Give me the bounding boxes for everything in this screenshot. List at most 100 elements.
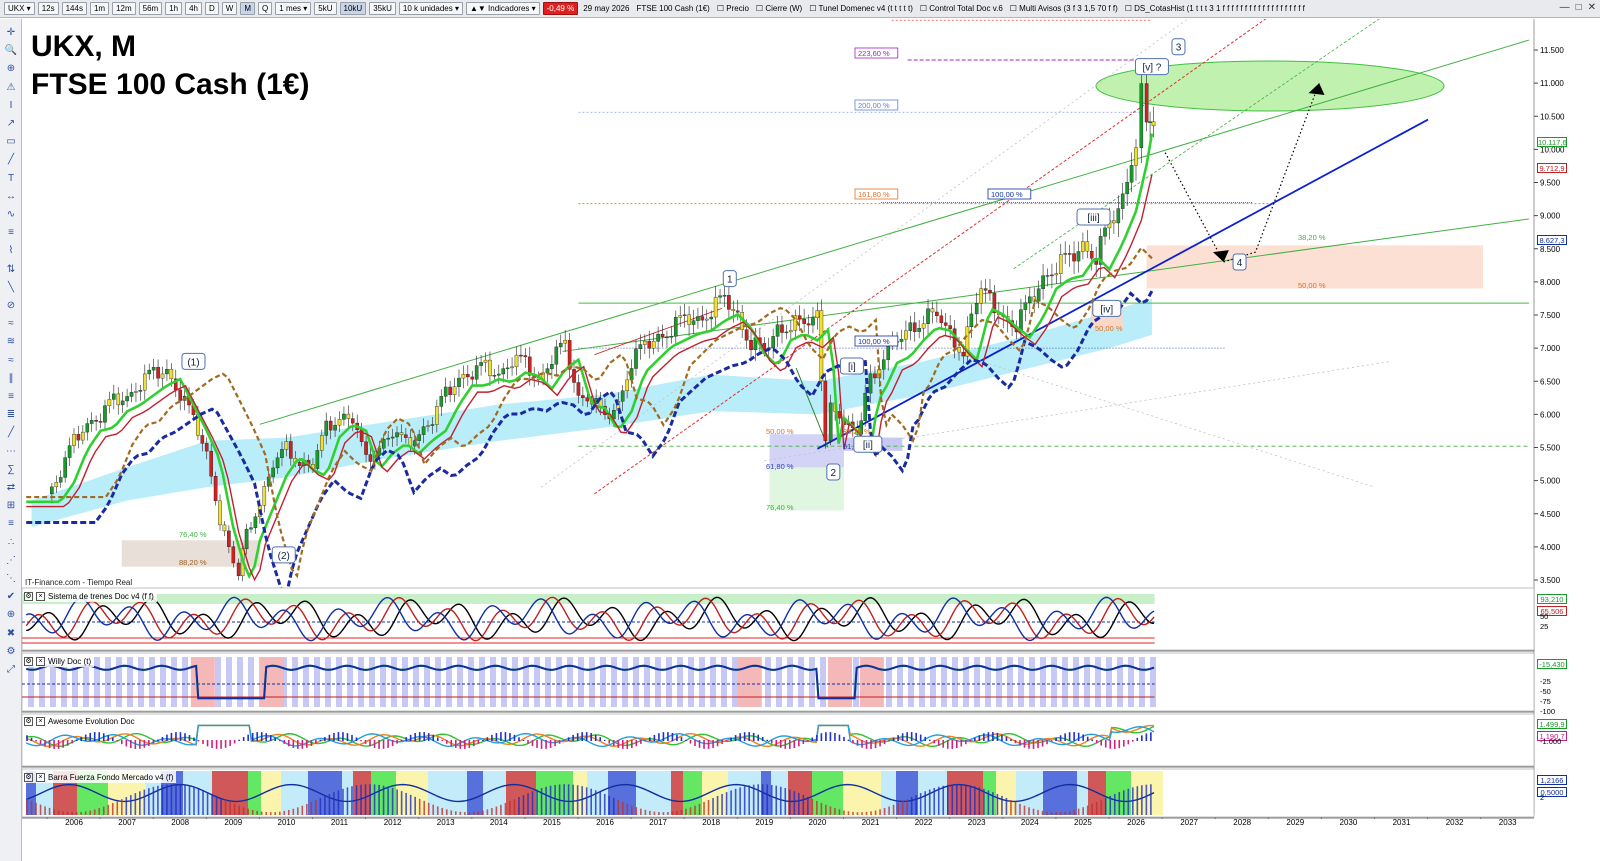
awesome-hist-bar: [202, 740, 204, 745]
awesome-hist-bar: [712, 740, 714, 749]
tool-icon-7[interactable]: ╱: [4, 154, 18, 166]
tool-icon-4[interactable]: I: [4, 100, 18, 112]
overlay-0[interactable]: ☐ Precio: [715, 4, 751, 13]
symbol-select[interactable]: UKX ▾: [4, 2, 35, 15]
awesome-hist-bar: [1145, 733, 1148, 741]
overlay-3[interactable]: ☐ Control Total Doc v.6: [918, 4, 1005, 13]
tool-icon-0[interactable]: ✛: [4, 27, 18, 39]
tool-icon-35[interactable]: ⤢: [4, 664, 18, 676]
awesome-hist-bar: [418, 732, 421, 741]
indicators-button[interactable]: ▲▼ Indicadores ▾: [465, 2, 540, 15]
force-hist-bar: [351, 786, 353, 815]
overlay-5[interactable]: ☐ DS_CotasHist (1 t t t 3 1 f f f f f f …: [1123, 4, 1307, 13]
tool-icon-17[interactable]: ≋: [4, 336, 18, 348]
force-hist-bar: [928, 789, 931, 815]
tool-icon-3[interactable]: ⚠: [4, 82, 18, 94]
tool-icon-21[interactable]: ≣: [4, 409, 18, 421]
awesome-hist-bar: [865, 740, 868, 749]
interval-m[interactable]: M: [240, 2, 256, 15]
awesome-hist-bar: [265, 733, 268, 741]
units-select[interactable]: 10 k unidades ▾: [398, 2, 463, 15]
tool-icon-27[interactable]: ≡: [4, 518, 18, 530]
tool-icon-10[interactable]: ∿: [4, 209, 18, 221]
force-hist-bar: [423, 800, 425, 815]
overlay-2[interactable]: ☐ Tunel Domenec v4 (t t t t t): [807, 4, 915, 13]
candle-body: [917, 327, 921, 332]
interval-w[interactable]: W: [221, 2, 238, 15]
candle-body: [643, 340, 647, 345]
y-tick-label: 8.500: [1540, 245, 1561, 254]
tool-icon-2[interactable]: ⊕: [4, 63, 18, 75]
force-hist-bar: [612, 797, 615, 815]
tool-icon-18[interactable]: ≈: [4, 355, 18, 367]
tool-icon-16[interactable]: ≈: [4, 318, 18, 330]
range-select[interactable]: 1 mes ▾: [275, 2, 312, 15]
panel-settings-icon[interactable]: ⚙: [24, 656, 33, 666]
unit-5ku[interactable]: 5kU: [314, 2, 337, 15]
panel-close-icon[interactable]: ×: [36, 656, 45, 666]
tool-icon-1[interactable]: 🔍: [4, 45, 18, 57]
tool-icon-23[interactable]: ⋯: [4, 446, 18, 458]
close-icon[interactable]: ✕: [1588, 2, 1596, 13]
tool-icon-34[interactable]: ⚙: [4, 646, 18, 658]
tool-icon-8[interactable]: T: [4, 173, 18, 185]
interval-56m[interactable]: 56m: [138, 2, 163, 15]
panel-close-icon[interactable]: ×: [36, 591, 45, 601]
interval-1m[interactable]: 1m: [89, 2, 110, 15]
overlay-4[interactable]: ☐ Multi Avisos (3 f 3 1,5 70 f f): [1008, 4, 1120, 13]
fib-label-8: 61,80 %: [766, 462, 794, 471]
interval-4h[interactable]: 4h: [185, 2, 203, 15]
force-hist-bar: [834, 807, 836, 815]
panel-close-icon[interactable]: ×: [36, 716, 45, 726]
interval-144s[interactable]: 144s: [61, 2, 87, 15]
awesome-hist-bar: [748, 732, 750, 741]
tool-icon-30[interactable]: ⋱: [4, 573, 18, 585]
panel-settings-icon[interactable]: ⚙: [24, 772, 33, 782]
interval-12s[interactable]: 12s: [37, 2, 59, 15]
tool-icon-20[interactable]: ≡: [4, 391, 18, 403]
unit-35ku[interactable]: 35kU: [369, 2, 396, 15]
tool-icon-19[interactable]: ∥: [4, 373, 18, 385]
force-hist-bar: [84, 811, 87, 815]
tool-icon-9[interactable]: ↔: [4, 191, 18, 203]
tool-icon-13[interactable]: ⇅: [4, 264, 18, 276]
tool-icon-33[interactable]: ✖: [4, 628, 18, 640]
tool-icon-31[interactable]: ✔: [4, 591, 18, 603]
awesome-hist-bar: [608, 740, 611, 744]
panel-settings-icon[interactable]: ⚙: [24, 716, 33, 726]
panel-settings-icon[interactable]: ⚙: [24, 591, 33, 601]
maximize-icon[interactable]: □: [1576, 2, 1582, 13]
tool-icon-28[interactable]: ∴: [4, 537, 18, 549]
awesome-hist-bar: [698, 740, 701, 748]
tool-icon-26[interactable]: ⊞: [4, 500, 18, 512]
force-hist-bar: [861, 812, 863, 815]
awesome-hist-bar: [662, 732, 665, 741]
panel-close-icon[interactable]: ×: [36, 772, 45, 782]
interval-q[interactable]: Q: [258, 2, 273, 15]
tool-icon-12[interactable]: ⌇: [4, 245, 18, 257]
force-hist-bar: [504, 802, 507, 815]
candle-body: [979, 288, 983, 304]
tool-icon-14[interactable]: ╲: [4, 282, 18, 294]
candle-body: [350, 418, 355, 424]
force-hist-bar: [865, 811, 868, 815]
tool-icon-11[interactable]: ≡: [4, 227, 18, 239]
tool-icon-22[interactable]: ╱: [4, 427, 18, 439]
tool-icon-25[interactable]: ⇄: [4, 482, 18, 494]
interval-12m[interactable]: 12m: [112, 2, 136, 15]
force-hist-bar: [1109, 795, 1112, 815]
awesome-hist-bar: [1046, 740, 1048, 745]
panel-value-badge: -15,430: [1537, 659, 1567, 669]
unit-10ku[interactable]: 10kU: [339, 2, 367, 15]
interval-d[interactable]: D: [205, 2, 219, 15]
tool-icon-32[interactable]: ⊕: [4, 609, 18, 621]
tool-icon-24[interactable]: ∑: [4, 464, 18, 476]
tool-icon-15[interactable]: ⊘: [4, 300, 18, 312]
overlay-1[interactable]: ☐ Cierre (W): [754, 4, 804, 13]
minimize-icon[interactable]: —: [1560, 2, 1570, 13]
interval-1h[interactable]: 1h: [165, 2, 183, 15]
tool-icon-6[interactable]: ▭: [4, 136, 18, 148]
tool-icon-29[interactable]: ⋰: [4, 555, 18, 567]
awesome-hist-bar: [784, 740, 787, 749]
tool-icon-5[interactable]: ↗: [4, 118, 18, 130]
